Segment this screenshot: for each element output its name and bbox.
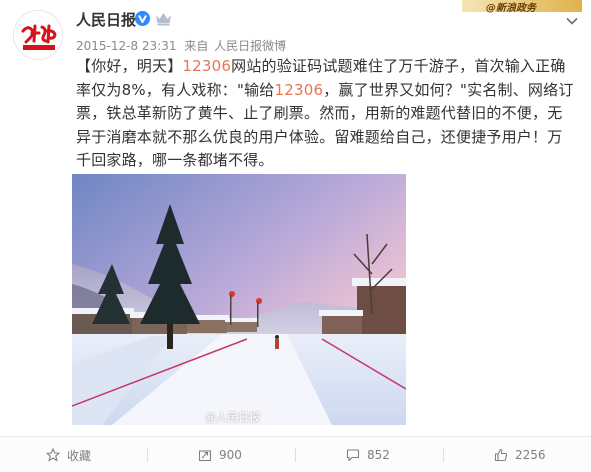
corner-banner-label: @新浪政务 [486,3,536,14]
favorite-label: 收藏 [67,448,92,463]
post-image[interactable] [72,174,406,425]
repost-button[interactable]: 900 [198,437,242,472]
divider [443,448,444,462]
verified-v-icon [135,11,150,26]
weibo-post-card: @新浪政务 人民日报 2015-12-8 23:31 来自 人民日报微博 【你好… [0,0,591,472]
highlighted-keyword[interactable]: 12306 [275,81,324,99]
crown-icon[interactable] [155,11,172,26]
divider [147,448,148,462]
post-timestamp[interactable]: 2015-12-8 23:31 [76,39,177,53]
snow-village-photo [72,174,406,425]
post-meta: 2015-12-8 23:31 来自 人民日报微博 [76,37,290,54]
post-text-segment: 【你好，明天】 [76,57,183,75]
like-button[interactable]: 2256 [494,437,546,472]
star-icon [46,448,60,462]
repost-count: 900 [219,448,242,462]
image-watermark: @人民日报 [205,411,260,424]
people-daily-logo [14,11,62,59]
avatar[interactable] [13,10,63,60]
source-prefix: 来自 [184,39,209,53]
chevron-down-icon[interactable] [565,14,579,28]
post-text: 【你好，明天】12306网站的验证码试题难住了万千游子，首次输入正确率仅为8%，… [76,55,576,173]
comment-icon [346,449,360,462]
post-source[interactable]: 人民日报微博 [214,39,286,53]
like-count: 2256 [515,448,546,462]
thumbs-up-icon [494,448,508,462]
comment-button[interactable]: 852 [346,437,390,472]
divider [295,448,296,462]
author-name[interactable]: 人民日报 [76,9,136,30]
post-action-bar: 收藏 900 852 2256 [0,436,591,472]
repost-icon [198,450,212,462]
favorite-button[interactable]: 收藏 [46,437,91,472]
highlighted-keyword[interactable]: 12306 [182,57,231,75]
comment-count: 852 [367,448,390,462]
